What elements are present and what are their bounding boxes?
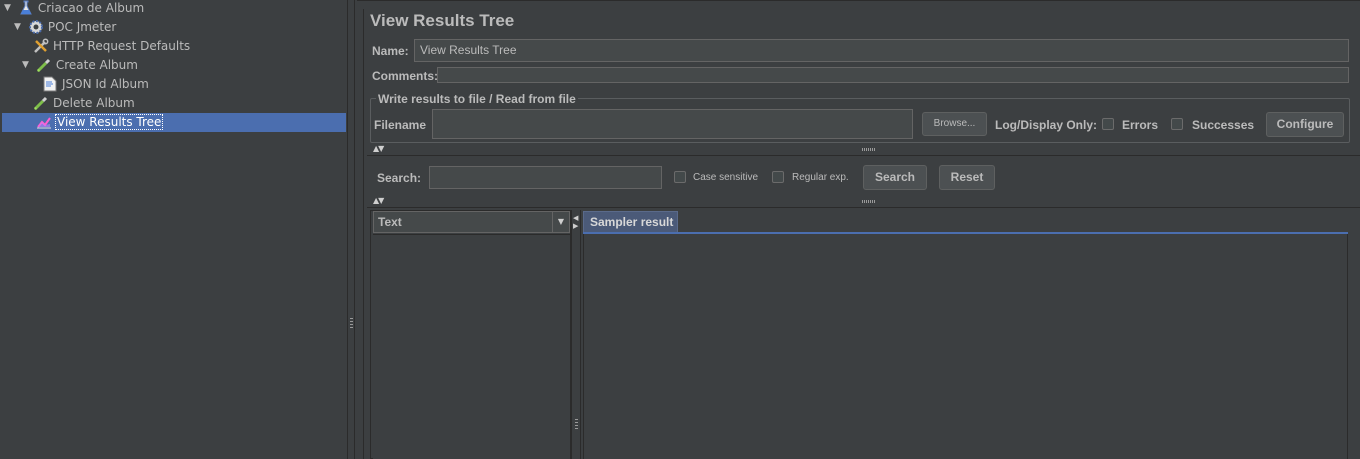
renderer-select-value: Text <box>378 215 402 229</box>
search-label: Search: <box>377 171 422 185</box>
case-sensitive-label: Case sensitive <box>693 172 759 183</box>
filename-label: Filename <box>374 118 427 132</box>
splitter-grip-icon[interactable] <box>350 318 353 330</box>
tree-item-label: POC Jmeter <box>47 20 117 34</box>
errors-checkbox[interactable] <box>1102 118 1114 130</box>
splitter-grip-icon[interactable] <box>575 419 578 431</box>
test-plan-tree: ▼ Criacao de Album ▼ POC Jmeter HTTP Req… <box>0 0 347 459</box>
regular-exp-checkbox[interactable] <box>772 171 784 183</box>
tree-item-label: JSON Id Album <box>62 77 149 91</box>
successes-checkbox[interactable] <box>1171 118 1183 130</box>
tree-item-label: Criacao de Album <box>37 1 145 15</box>
collapse-arrows-icon[interactable]: ▲▼ <box>373 197 384 205</box>
tree-item-label: View Results Tree <box>54 114 164 130</box>
flask-icon <box>18 0 34 16</box>
search-input[interactable] <box>429 166 662 189</box>
name-field[interactable]: View Results Tree <box>414 39 1349 62</box>
tree-item-criacao-de-album[interactable]: ▼ Criacao de Album <box>4 0 144 18</box>
name-label: Name: <box>372 44 409 58</box>
page-title: View Results Tree <box>370 11 515 30</box>
sample-result-list[interactable] <box>373 234 570 459</box>
divider-line <box>367 207 1360 208</box>
renderer-select[interactable]: Text ▼ <box>373 211 570 233</box>
search-button[interactable]: Search <box>863 165 927 190</box>
gear-icon <box>28 19 44 35</box>
expand-toggle-icon[interactable]: ▼ <box>22 56 32 75</box>
errors-label: Errors <box>1122 118 1159 132</box>
tree-item-view-results-tree[interactable]: View Results Tree <box>2 113 346 132</box>
tree-item-poc-jmeter[interactable]: ▼ POC Jmeter <box>14 18 116 37</box>
results-panel: View Results Tree Name: View Results Tre… <box>355 0 1360 459</box>
file-group-title: Write results to file / Read from file <box>376 92 578 106</box>
document-icon <box>42 76 58 92</box>
chevron-down-icon[interactable]: ▼ <box>552 212 569 232</box>
wrench-icon <box>33 38 49 54</box>
divider-grip-icon[interactable] <box>862 148 876 151</box>
divider-line <box>367 155 1360 156</box>
split-arrows-icon[interactable]: ◀ ▶ <box>573 214 578 230</box>
filename-field[interactable] <box>432 109 913 139</box>
reset-button[interactable]: Reset <box>939 165 995 190</box>
comments-field[interactable] <box>437 67 1349 83</box>
comments-label: Comments: <box>372 69 439 83</box>
tree-item-json-id-album[interactable]: JSON Id Album <box>42 75 149 94</box>
tree-item-delete-album[interactable]: Delete Album <box>33 94 135 113</box>
panel-border <box>363 9 364 459</box>
expand-toggle-icon[interactable]: ▼ <box>4 0 14 18</box>
tab-label: Sampler result <box>590 215 674 229</box>
tree-item-create-album[interactable]: ▼ Create Album <box>22 56 138 75</box>
chart-icon <box>36 114 52 130</box>
configure-button[interactable]: Configure <box>1266 112 1344 137</box>
tab-sampler-result[interactable]: Sampler result <box>583 211 678 233</box>
pipette-icon <box>33 95 49 111</box>
case-sensitive-checkbox[interactable] <box>674 171 686 183</box>
pipette-icon <box>36 57 52 73</box>
tree-item-http-request-defaults[interactable]: HTTP Request Defaults <box>33 37 190 56</box>
divider-grip-icon[interactable] <box>862 200 876 203</box>
vertical-splitter[interactable] <box>347 0 355 459</box>
tree-item-label: Create Album <box>55 58 138 72</box>
successes-label: Successes <box>1192 118 1255 132</box>
collapse-arrows-icon[interactable]: ▲▼ <box>373 145 384 153</box>
inner-splitter[interactable]: ◀ ▶ <box>571 210 581 459</box>
tree-item-label: Delete Album <box>53 96 135 110</box>
sampler-result-content[interactable] <box>583 234 1348 459</box>
expand-toggle-icon[interactable]: ▼ <box>14 18 24 37</box>
tree-item-label: HTTP Request Defaults <box>53 39 191 53</box>
regular-exp-label: Regular exp. <box>792 172 849 183</box>
top-divider <box>357 0 1360 1</box>
log-display-only-label: Log/Display Only: <box>995 118 1098 132</box>
browse-button[interactable]: Browse... <box>922 112 987 136</box>
